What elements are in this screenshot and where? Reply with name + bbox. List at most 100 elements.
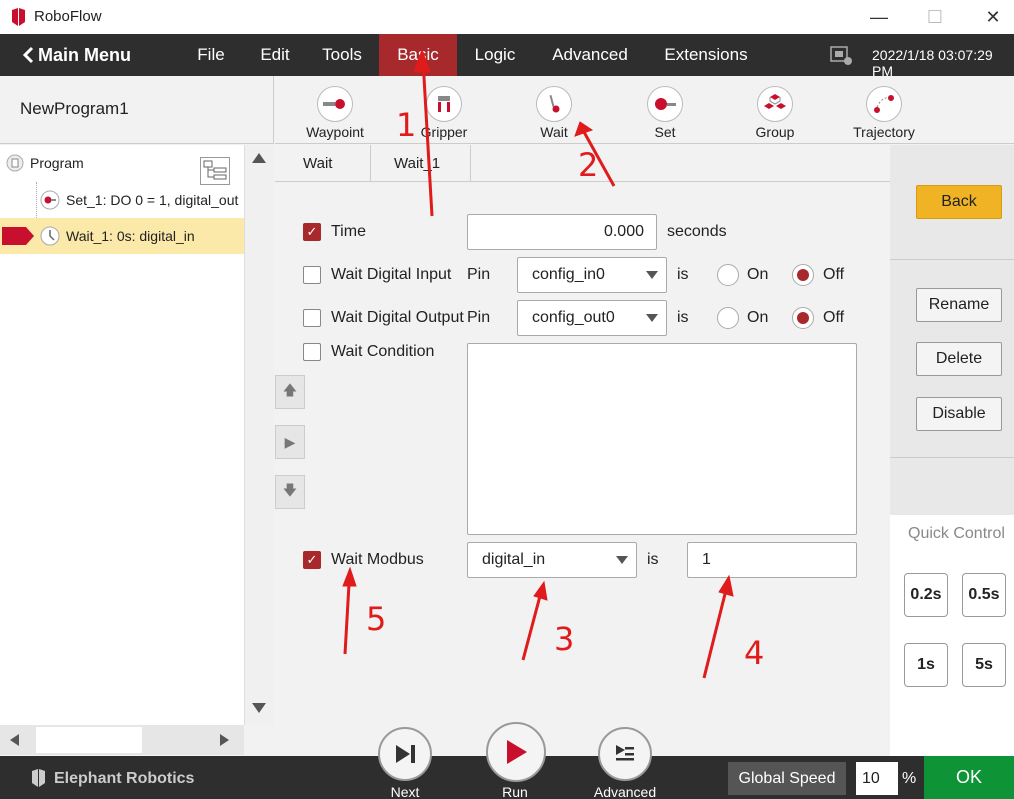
- annotation-2: 2: [578, 146, 599, 184]
- tool-group[interactable]: Group: [730, 80, 820, 142]
- digital-output-off-radio[interactable]: [792, 307, 814, 329]
- wait-condition-checkbox[interactable]: [303, 343, 321, 361]
- pin-label: Pin: [467, 266, 491, 283]
- program-tree: Program Set_1: DO 0 = 1, digital_out Wai…: [0, 145, 244, 725]
- time-input[interactable]: 0.000: [467, 214, 657, 250]
- global-speed-input[interactable]: 10: [856, 762, 898, 795]
- advanced-button[interactable]: [598, 727, 652, 781]
- tool-wait[interactable]: Wait: [509, 80, 599, 142]
- run-button[interactable]: [486, 722, 546, 782]
- set-icon: [647, 86, 683, 122]
- wait-modbus-checkbox[interactable]: ✓: [303, 551, 321, 569]
- move-up-button[interactable]: 🡅: [275, 375, 305, 409]
- node-toolbar: Waypoint Gripper Wait Set Group Trajecto…: [275, 76, 1014, 144]
- ok-button[interactable]: OK: [924, 756, 1014, 799]
- pin-label: Pin: [467, 309, 491, 326]
- time-label: Time: [331, 223, 366, 240]
- wait-condition-textarea[interactable]: [467, 343, 857, 535]
- tree-item-label: Program: [30, 155, 84, 171]
- menu-extensions[interactable]: Extensions: [654, 34, 758, 76]
- quick-control-label: Quick Control: [908, 525, 1005, 542]
- program-header: NewProgram1: [0, 76, 274, 144]
- annotation-5: 5: [366, 600, 387, 638]
- datetime: 2022/1/18 03:07:29 PM: [872, 47, 993, 79]
- quick-0-5s-button[interactable]: 0.5s: [962, 573, 1006, 617]
- digital-output-on-radio[interactable]: [717, 307, 739, 329]
- time-unit: seconds: [667, 223, 727, 240]
- digital-input-pin-select[interactable]: config_in0: [517, 257, 667, 293]
- wait-icon: [536, 86, 572, 122]
- menu-logic[interactable]: Logic: [466, 34, 524, 76]
- quick-1s-button[interactable]: 1s: [904, 643, 948, 687]
- maximize-button[interactable]: ☐: [912, 0, 958, 34]
- controller-chip-icon: [830, 46, 852, 65]
- wait-condition-label: Wait Condition: [331, 343, 435, 360]
- is-label: is: [647, 551, 659, 568]
- tab-wait-1[interactable]: Wait_1: [371, 145, 471, 182]
- tree-item-wait-1[interactable]: Wait_1: 0s: digital_in: [0, 218, 244, 254]
- run-label: Run: [502, 784, 528, 799]
- wait-digital-output-label: Wait Digital Output: [331, 309, 464, 326]
- tree-scrollbar-horizontal[interactable]: [0, 725, 244, 755]
- move-down-button[interactable]: 🡇: [275, 475, 305, 509]
- title-bar: RoboFlow — ☐ ✕: [0, 0, 1014, 34]
- scroll-right-icon[interactable]: [220, 734, 229, 746]
- tree-item-set-1[interactable]: Set_1: DO 0 = 1, digital_out: [0, 182, 244, 218]
- gripper-icon: [426, 86, 462, 122]
- modbus-signal-select[interactable]: digital_in: [467, 542, 637, 578]
- menu-file[interactable]: File: [186, 34, 236, 76]
- menu-edit[interactable]: Edit: [250, 34, 300, 76]
- wait-digital-output-checkbox[interactable]: [303, 309, 321, 327]
- tool-label: Wait: [540, 124, 568, 140]
- tool-set[interactable]: Set: [620, 80, 710, 142]
- tree-structure-icon: [203, 160, 227, 180]
- annotation-4: 4: [744, 634, 765, 672]
- rename-button[interactable]: Rename: [916, 288, 1002, 322]
- next-button[interactable]: [378, 727, 432, 781]
- document-icon: [6, 154, 24, 172]
- right-panel: Back Rename Delete Disable Quick Control…: [890, 145, 1014, 756]
- expand-tree-button[interactable]: [200, 157, 230, 185]
- scroll-down-icon[interactable]: [252, 703, 266, 713]
- wait-form-panel: ✓ Time 0.000 seconds Wait Digital Input …: [275, 182, 890, 756]
- quick-5s-button[interactable]: 5s: [962, 643, 1006, 687]
- select-value: config_out0: [532, 309, 615, 326]
- arrow-up-icon: 🡅: [282, 382, 298, 398]
- tab-wait[interactable]: Wait: [275, 145, 371, 182]
- scroll-left-icon[interactable]: [10, 734, 19, 746]
- tool-trajectory[interactable]: Trajectory: [839, 80, 929, 142]
- wait-digital-input-label: Wait Digital Input: [331, 266, 452, 283]
- scroll-thumb[interactable]: [36, 727, 142, 753]
- menu-advanced[interactable]: Advanced: [542, 34, 638, 76]
- quick-control-panel: Quick Control 0.2s 0.5s 1s 5s: [890, 515, 1014, 756]
- app-title: RoboFlow: [34, 8, 102, 25]
- select-value: config_in0: [532, 266, 605, 283]
- minimize-button[interactable]: —: [856, 0, 902, 34]
- tool-waypoint[interactable]: Waypoint: [290, 80, 380, 142]
- time-checkbox[interactable]: ✓: [303, 223, 321, 241]
- scroll-up-icon[interactable]: [252, 153, 266, 163]
- tree-scrollbar-vertical[interactable]: [244, 145, 274, 725]
- digital-input-off-radio[interactable]: [792, 264, 814, 286]
- delete-button[interactable]: Delete: [916, 342, 1002, 376]
- on-label: On: [747, 266, 769, 283]
- digital-input-on-radio[interactable]: [717, 264, 739, 286]
- annotation-3: 3: [554, 620, 575, 658]
- move-right-button[interactable]: ▶: [275, 425, 305, 459]
- current-line-marker-icon: [2, 227, 34, 245]
- play-icon: [507, 740, 527, 764]
- tree-item-label: Wait_1: 0s: digital_in: [66, 228, 195, 244]
- quick-0-2s-button[interactable]: 0.2s: [904, 573, 948, 617]
- menu-bar: Main Menu File Edit Tools Basic Logic Ad…: [0, 34, 1014, 79]
- arrow-down-icon: 🡇: [282, 482, 298, 498]
- disable-button[interactable]: Disable: [916, 397, 1002, 431]
- wait-digital-input-checkbox[interactable]: [303, 266, 321, 284]
- main-menu-button[interactable]: Main Menu: [22, 34, 131, 76]
- close-button[interactable]: ✕: [970, 0, 1014, 34]
- select-value: digital_in: [482, 551, 546, 568]
- menu-tools[interactable]: Tools: [314, 34, 370, 76]
- menu-basic[interactable]: Basic: [379, 34, 457, 76]
- modbus-value-input[interactable]: 1: [687, 542, 857, 578]
- digital-output-pin-select[interactable]: config_out0: [517, 300, 667, 336]
- back-button[interactable]: Back: [916, 185, 1002, 219]
